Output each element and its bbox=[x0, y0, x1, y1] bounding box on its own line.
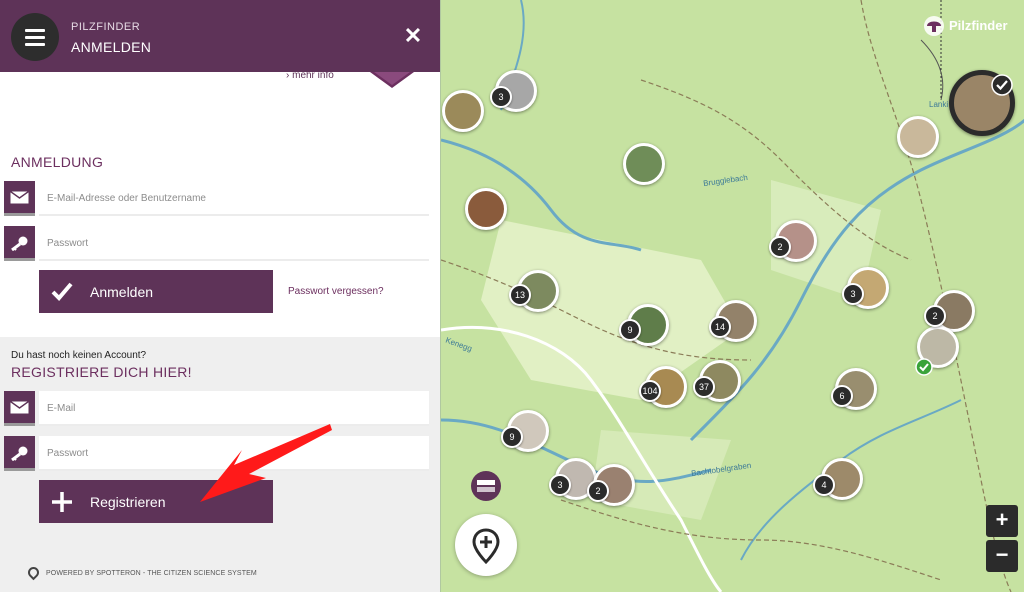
forgot-password-link[interactable]: Passwort vergessen? bbox=[288, 286, 384, 297]
login-panel: PILZFINDER ANMELDEN ✕ › mehr info ANMELD… bbox=[0, 0, 440, 592]
cluster-count[interactable]: 37 bbox=[693, 376, 715, 398]
password-input[interactable]: Passwort bbox=[39, 226, 429, 261]
zoom-out-button[interactable]: − bbox=[986, 540, 1018, 572]
observation-marker[interactable] bbox=[623, 143, 665, 185]
app-brand: PILZFINDER bbox=[71, 21, 141, 33]
cluster-count[interactable]: 2 bbox=[769, 236, 791, 258]
pilzfinder-logo-icon bbox=[924, 16, 944, 36]
login-email-field[interactable]: E-Mail-Adresse oder Benutzername bbox=[4, 181, 429, 216]
observation-marker[interactable] bbox=[897, 116, 939, 158]
pilzfinder-logo-text: Pilzfinder bbox=[949, 18, 1008, 33]
key-icon bbox=[4, 226, 35, 261]
ribbon-icon bbox=[370, 72, 414, 88]
no-account-text: Du hast noch keinen Account? bbox=[11, 350, 147, 361]
add-observation-button[interactable] bbox=[455, 514, 517, 576]
plus-icon bbox=[52, 492, 72, 512]
login-password-field[interactable]: Passwort bbox=[4, 226, 429, 261]
register-button-label: Registrieren bbox=[90, 494, 166, 510]
observation-marker[interactable] bbox=[465, 188, 507, 230]
login-button[interactable]: Anmelden bbox=[39, 270, 273, 313]
hamburger-icon bbox=[25, 29, 45, 32]
verified-check-icon bbox=[915, 358, 933, 376]
verified-check-icon bbox=[991, 74, 1013, 96]
check-icon bbox=[51, 282, 73, 301]
hamburger-icon bbox=[25, 36, 45, 39]
powered-by-text: POWERED BY SPOTTERON - THE CITIZEN SCIEN… bbox=[46, 570, 257, 577]
panel-header: PILZFINDER ANMELDEN ✕ bbox=[0, 0, 440, 72]
hamburger-icon bbox=[25, 43, 45, 46]
cluster-count[interactable]: 14 bbox=[709, 316, 731, 338]
cluster-count[interactable]: 6 bbox=[831, 385, 853, 407]
cluster-count[interactable]: 13 bbox=[509, 284, 531, 306]
cluster-count[interactable]: 9 bbox=[619, 319, 641, 341]
cluster-count[interactable]: 4 bbox=[813, 474, 835, 496]
cluster-count[interactable]: 3 bbox=[549, 474, 571, 496]
email-input[interactable]: E-Mail-Adresse oder Benutzername bbox=[39, 181, 429, 216]
close-icon[interactable]: ✕ bbox=[402, 25, 424, 47]
layers-icon bbox=[477, 480, 495, 492]
cluster-count[interactable]: 3 bbox=[490, 86, 512, 108]
envelope-icon bbox=[4, 391, 35, 426]
mehr-info-link[interactable]: › mehr info bbox=[286, 70, 334, 81]
menu-button[interactable] bbox=[11, 13, 59, 61]
observation-marker[interactable] bbox=[442, 90, 484, 132]
cluster-count[interactable]: 9 bbox=[501, 426, 523, 448]
layers-button[interactable] bbox=[471, 471, 501, 501]
map-view[interactable]: Brugglebach Kenegg Bachtobelgraben Lanki… bbox=[440, 0, 1024, 592]
cluster-count[interactable]: 2 bbox=[924, 305, 946, 327]
login-heading: ANMELDUNG bbox=[11, 154, 104, 170]
add-location-icon bbox=[472, 528, 500, 564]
cluster-count[interactable]: 3 bbox=[842, 283, 864, 305]
key-icon bbox=[4, 436, 35, 471]
cluster-count[interactable]: 104 bbox=[639, 380, 661, 402]
register-heading: REGISTRIERE DICH HIER! bbox=[11, 364, 192, 380]
envelope-icon bbox=[4, 181, 35, 216]
zoom-in-button[interactable]: + bbox=[986, 505, 1018, 537]
street-label: Lanki bbox=[929, 100, 949, 109]
red-arrow-annotation bbox=[200, 424, 332, 502]
login-button-label: Anmelden bbox=[90, 284, 154, 300]
page-title: ANMELDEN bbox=[71, 39, 152, 55]
cluster-count[interactable]: 2 bbox=[587, 480, 609, 502]
